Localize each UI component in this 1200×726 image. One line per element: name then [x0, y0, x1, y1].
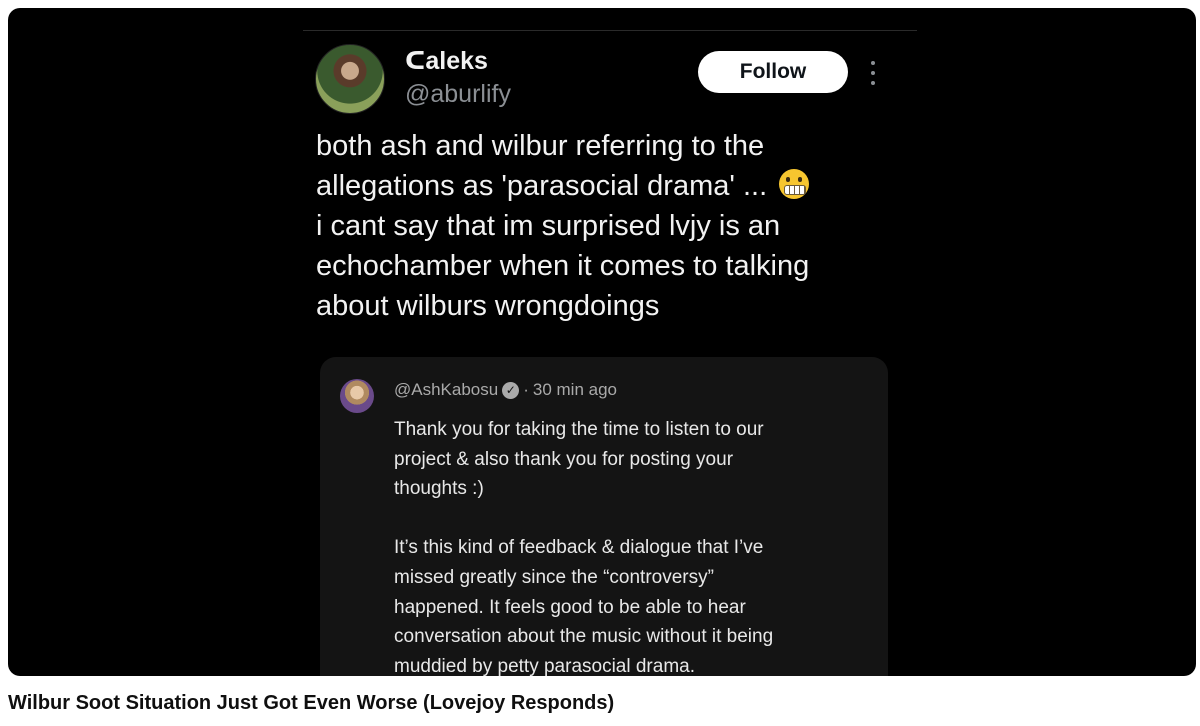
- user-handle[interactable]: @aburlify: [405, 80, 511, 109]
- reply-author[interactable]: @AshKabosu: [394, 380, 498, 400]
- reply-timestamp: 30 min ago: [532, 380, 618, 399]
- video-player[interactable]: ᑕaleks @aburlify Follow both ash and wil…: [8, 8, 1196, 676]
- display-name[interactable]: ᑕaleks: [405, 46, 488, 76]
- grimacing-face-icon: [779, 169, 810, 199]
- tweet-text: both ash and wilbur referring to the all…: [316, 126, 896, 326]
- tweet-line: i cant say that im surprised lvjy is an: [316, 210, 781, 242]
- tweet-line: allegations as 'parasocial drama' ...: [316, 166, 896, 206]
- more-options-icon[interactable]: [864, 58, 882, 88]
- separator-dot: ·: [523, 380, 529, 399]
- reply-line: [394, 504, 864, 534]
- tweet-line: both ash and wilbur referring to the: [316, 130, 765, 162]
- reply-header: @AshKabosu ✓ · 30 min ago: [394, 380, 617, 400]
- reply-line: conversation about the music without it …: [394, 626, 774, 648]
- tweet-line: echochamber when it comes to talking: [316, 250, 810, 282]
- video-title[interactable]: Wilbur Soot Situation Just Got Even Wors…: [8, 692, 614, 715]
- reply-line: Thank you for taking the time to listen …: [394, 419, 764, 440]
- reply-line: muddied by petty parasocial drama.: [394, 655, 695, 676]
- tweet-line-text: allegations as 'parasocial drama' ...: [316, 170, 768, 202]
- reply-line: happened. It feels good to be able to he…: [394, 596, 746, 618]
- reply-line: thoughts :): [394, 478, 484, 500]
- reply-line: missed greatly since the “controversy”: [394, 566, 714, 588]
- tweet-line: about wilburs wrongdoings: [316, 290, 660, 322]
- verified-check-icon: ✓: [502, 381, 520, 399]
- reply-line: project & also thank you for posting you…: [394, 448, 734, 470]
- reply-avatar[interactable]: [340, 379, 374, 413]
- reply-line: It’s this kind of feedback & dialogue th…: [394, 537, 764, 559]
- avatar[interactable]: [315, 44, 385, 114]
- follow-button[interactable]: Follow: [698, 51, 848, 93]
- reply-text: Thank you for taking the time to listen …: [394, 415, 864, 676]
- divider: [303, 30, 917, 31]
- quoted-reply-card[interactable]: @AshKabosu ✓ · 30 min ago Thank you for …: [320, 357, 888, 676]
